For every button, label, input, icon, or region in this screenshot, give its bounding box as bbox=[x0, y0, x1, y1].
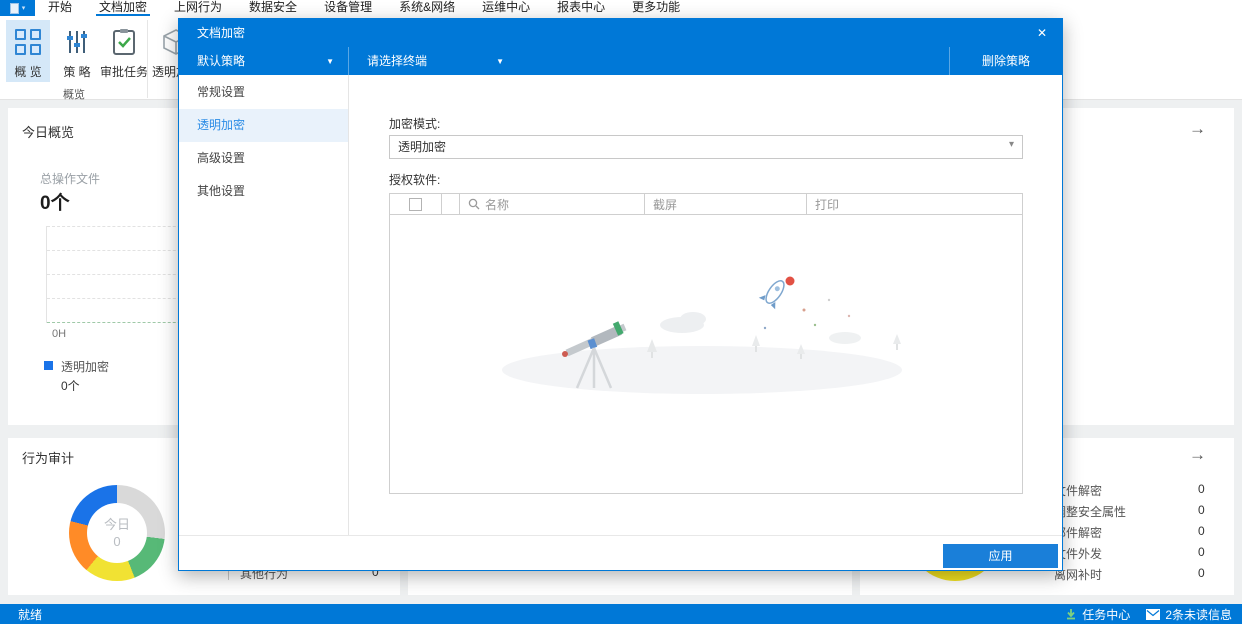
legend-label: 透明加密 bbox=[61, 360, 110, 374]
ribbon-group-label: 概览 bbox=[63, 89, 85, 101]
column-header-name: 名称 bbox=[485, 197, 510, 212]
list-item-value: 0 bbox=[1198, 524, 1205, 538]
menu-item-start[interactable]: 开始 bbox=[48, 0, 72, 16]
table-header-spacer bbox=[442, 194, 460, 214]
menu-item-report-center[interactable]: 报表中心 bbox=[557, 0, 605, 16]
sidebar-item-other-settings[interactable]: 其他设置 bbox=[179, 175, 348, 208]
chevron-down-icon: ▼ bbox=[496, 57, 504, 66]
app-logo-icon bbox=[9, 2, 19, 14]
sidebar-divider bbox=[348, 75, 349, 535]
unread-messages-label: 2条未读信息 bbox=[1165, 607, 1232, 622]
menu-item-data-security[interactable]: 数据安全 bbox=[249, 0, 297, 16]
list-item-value: 0 bbox=[1198, 566, 1205, 580]
ribbon-button-label: 概 览 bbox=[14, 65, 42, 79]
list-item-value: 0 bbox=[1198, 503, 1205, 517]
app-menu-button[interactable]: ▾ bbox=[0, 0, 35, 16]
task-center-label: 任务中心 bbox=[1082, 607, 1131, 622]
search-icon[interactable] bbox=[468, 198, 480, 210]
sliders-icon bbox=[67, 31, 87, 53]
grid-icon bbox=[15, 29, 41, 55]
donut-center-value: 0 bbox=[113, 534, 121, 549]
clipboard-check-icon bbox=[113, 29, 135, 55]
ribbon-button-policy[interactable]: 策 略 bbox=[56, 20, 98, 82]
delete-policy-button[interactable]: 删除策略 bbox=[949, 47, 1062, 75]
audit-donut-chart: 今日 0 bbox=[69, 485, 165, 581]
menu-item-system-network[interactable]: 系统&网络 bbox=[399, 0, 455, 16]
unread-messages-button[interactable]: 2条未读信息 bbox=[1146, 606, 1232, 623]
donut-center-label: 今日 bbox=[103, 517, 130, 532]
encryption-mode-label: 加密模式: bbox=[389, 117, 441, 131]
menu-item-device-management[interactable]: 设备管理 bbox=[324, 0, 372, 16]
dialog-titlebar: 文档加密 ✕ bbox=[179, 19, 1062, 47]
empty-state-illustration bbox=[502, 276, 902, 394]
column-header-print: 打印 bbox=[815, 197, 840, 212]
panel-title: 今日概览 bbox=[22, 125, 75, 140]
chevron-down-icon: ▾ bbox=[1008, 139, 1014, 150]
list-item-label: 调整安全属性 bbox=[1054, 505, 1127, 519]
app-window: ▾ 开始 文档加密 上网行为 数据安全 设备管理 系统&网络 运维中心 报表中心… bbox=[0, 0, 1242, 624]
ribbon-separator bbox=[147, 20, 148, 98]
dialog-title: 文档加密 bbox=[197, 26, 246, 40]
table-header-row: 名称 截屏 打印 bbox=[390, 194, 1022, 215]
stat-value: 0个 bbox=[40, 193, 70, 214]
envelope-icon bbox=[1146, 608, 1161, 620]
menu-item-doc-encryption[interactable]: 文档加密 bbox=[96, 0, 151, 16]
main-menu: 开始 文档加密 上网行为 数据安全 设备管理 系统&网络 运维中心 报表中心 更… bbox=[48, 0, 680, 16]
menu-item-ops-center[interactable]: 运维中心 bbox=[482, 0, 530, 16]
ribbon-button-approval-tasks[interactable]: 审批任务 bbox=[100, 20, 148, 82]
select-all-checkbox[interactable] bbox=[409, 197, 422, 211]
status-bar: 就绪 任务中心 2条未读信息 bbox=[0, 604, 1242, 624]
stat-label: 总操作文件 bbox=[40, 172, 101, 186]
chevron-down-icon: ▼ bbox=[326, 57, 334, 66]
apply-button[interactable]: 应用 bbox=[943, 544, 1058, 568]
status-ready-text: 就绪 bbox=[18, 607, 43, 622]
encryption-mode-value: 透明加密 bbox=[398, 140, 447, 154]
menu-bar: ▾ 开始 文档加密 上网行为 数据安全 设备管理 系统&网络 运维中心 报表中心… bbox=[0, 0, 1242, 16]
x-axis-label: 0H bbox=[52, 328, 67, 340]
menu-item-internet-behavior[interactable]: 上网行为 bbox=[174, 0, 222, 16]
panel-detail-arrow[interactable]: → bbox=[1189, 119, 1206, 139]
chevron-down-icon: ▾ bbox=[21, 5, 26, 12]
column-header-screenshot: 截屏 bbox=[645, 194, 807, 214]
legend-swatch bbox=[44, 361, 53, 370]
sidebar-item-transparent-encryption[interactable]: 透明加密 bbox=[179, 109, 348, 142]
authorized-software-label: 授权软件: bbox=[389, 173, 441, 187]
ribbon-button-label: 审批任务 bbox=[100, 65, 149, 79]
download-icon bbox=[1067, 609, 1076, 620]
list-item-value: 0 bbox=[1198, 482, 1205, 496]
panel-detail-arrow[interactable]: → bbox=[1189, 445, 1206, 465]
menu-item-more-features[interactable]: 更多功能 bbox=[632, 0, 680, 16]
close-icon: ✕ bbox=[1036, 26, 1048, 40]
policy-dropdown-value: 默认策略 bbox=[197, 54, 246, 68]
authorized-software-table: 名称 截屏 打印 bbox=[389, 193, 1023, 494]
legend-value: 0个 bbox=[61, 379, 80, 393]
dialog-toolbar: 默认策略 ▼ 请选择终端 ▼ 删除策略 bbox=[179, 47, 1062, 75]
sidebar-item-general-settings[interactable]: 常规设置 bbox=[179, 76, 348, 109]
list-item-value: 0 bbox=[1198, 545, 1205, 559]
ribbon-button-overview[interactable]: 概 览 bbox=[6, 20, 50, 82]
dialog-footer: 应用 bbox=[179, 535, 1062, 570]
ribbon-button-label: 策 略 bbox=[63, 65, 91, 79]
encryption-mode-select[interactable]: 透明加密 ▾ bbox=[389, 135, 1023, 159]
panel-title: 行为审计 bbox=[22, 451, 75, 466]
terminal-dropdown[interactable]: 请选择终端 ▼ bbox=[348, 47, 518, 75]
terminal-dropdown-value: 请选择终端 bbox=[367, 54, 428, 68]
sidebar-item-advanced-settings[interactable]: 高级设置 bbox=[179, 142, 348, 175]
policy-dropdown[interactable]: 默认策略 ▼ bbox=[179, 47, 348, 75]
task-center-button[interactable]: 任务中心 bbox=[1065, 606, 1130, 623]
document-encryption-dialog: 文档加密 ✕ 默认策略 ▼ 请选择终端 ▼ 删除策略 常规设置 透明加密 高级设… bbox=[178, 18, 1063, 571]
close-button[interactable]: ✕ bbox=[1028, 19, 1056, 47]
